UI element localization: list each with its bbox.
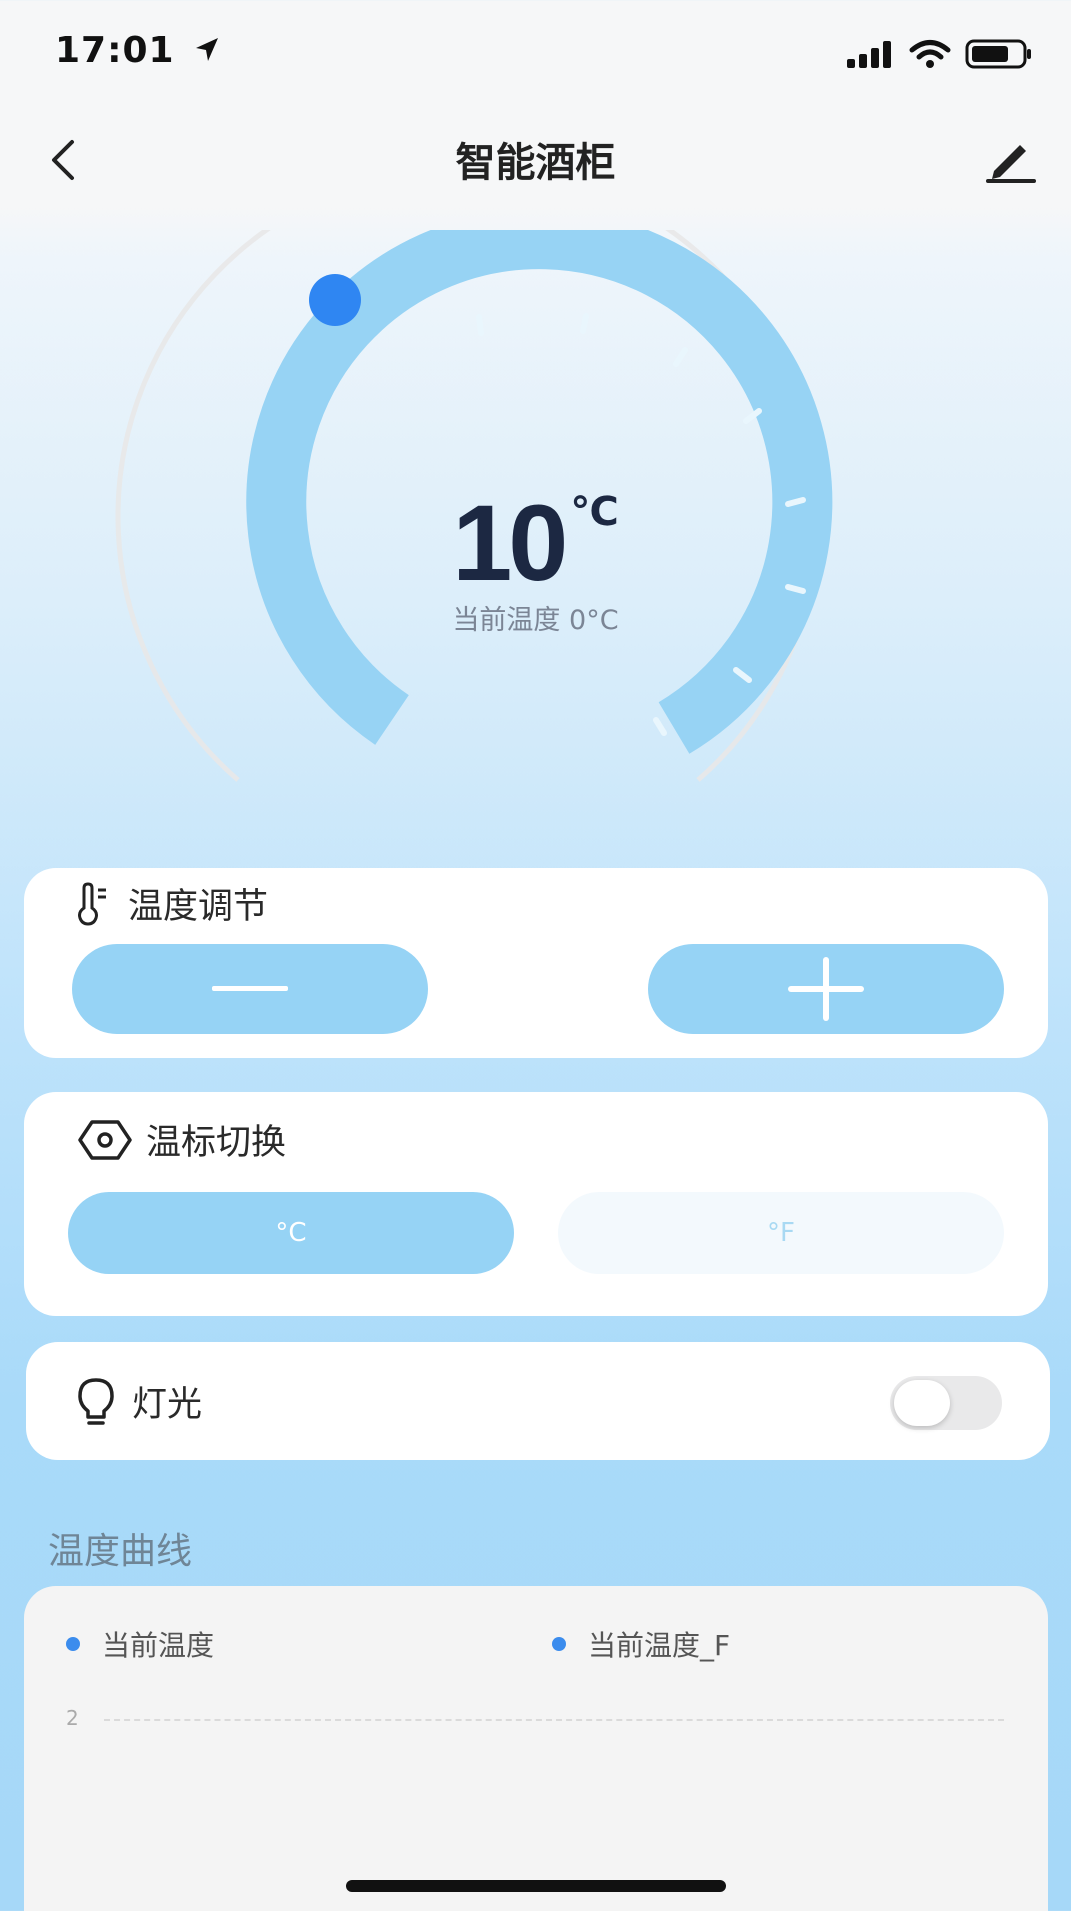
decrease-temp-button[interactable] [72, 944, 428, 1034]
temp-adjust-title: 温度调节 [128, 887, 269, 927]
status-icons [845, 38, 1033, 70]
light-title: 灯光 [132, 1385, 203, 1425]
light-toggle-knob [894, 1380, 950, 1426]
hexagon-settings-icon [78, 1119, 132, 1160]
minus-icon [212, 986, 288, 991]
unit-switch-header: 温标切换 [78, 1114, 286, 1165]
lightbulb-icon [78, 1377, 114, 1425]
clock-text: 17:01 [55, 30, 175, 71]
nav-bar: 智能酒柜 [0, 110, 1071, 210]
home-indicator[interactable] [346, 1880, 726, 1892]
grid-line [104, 1719, 1004, 1721]
legend-label-celsius: 当前温度 [102, 1629, 215, 1662]
pencil-icon [986, 145, 1036, 183]
temp-curve-section-title: 温度曲线 [48, 1531, 193, 1572]
celsius-option[interactable]: °C [68, 1192, 514, 1274]
legend-dot-celsius [66, 1637, 80, 1651]
location-arrow-icon [196, 38, 219, 61]
y-tick-label: 2 [66, 1706, 79, 1730]
light-card: 灯光 [26, 1342, 1050, 1460]
legend-label-fahrenheit: 当前温度_F [588, 1629, 731, 1662]
increase-temp-button[interactable] [648, 944, 1004, 1034]
temp-curve-card: 当前温度 当前温度_F 2 [24, 1586, 1048, 1911]
fahrenheit-option-label: °F [767, 1218, 795, 1248]
celsius-option-label: °C [275, 1218, 307, 1248]
temperature-dial[interactable]: 10 ℃ 当前温度 0°C [0, 230, 1071, 810]
edit-button[interactable] [981, 130, 1041, 190]
legend-dot-fahrenheit [552, 1637, 566, 1651]
set-temperature-unit: ℃ [570, 489, 619, 535]
temp-adjust-header: 温度调节 [74, 878, 268, 929]
signal-icon [847, 41, 891, 68]
legend-item-fahrenheit[interactable]: 当前温度_F [552, 1624, 730, 1664]
unit-switch-card: 温标切换 °C °F [24, 1092, 1048, 1316]
status-bar: 17:01 [0, 0, 1071, 110]
fahrenheit-option[interactable]: °F [558, 1192, 1004, 1274]
battery-icon [965, 39, 1031, 69]
light-toggle[interactable] [890, 1376, 1002, 1430]
temp-adjust-card: 温度调节 [24, 868, 1048, 1058]
legend-item-celsius[interactable]: 当前温度 [66, 1624, 214, 1664]
set-temperature-value: 10 [452, 482, 568, 603]
plus-icon [788, 957, 864, 1021]
dial-knob [309, 274, 361, 326]
current-temperature-label: 当前温度 0°C [452, 605, 619, 636]
light-header: 灯光 [74, 1376, 202, 1427]
page-title: 智能酒柜 [455, 140, 616, 186]
status-time: 17:01 [55, 30, 222, 71]
unit-switch-title: 温标切换 [146, 1123, 287, 1163]
wifi-icon [909, 40, 951, 68]
set-temperature: 10 ℃ [0, 480, 1071, 605]
thermometer-icon [78, 881, 106, 926]
